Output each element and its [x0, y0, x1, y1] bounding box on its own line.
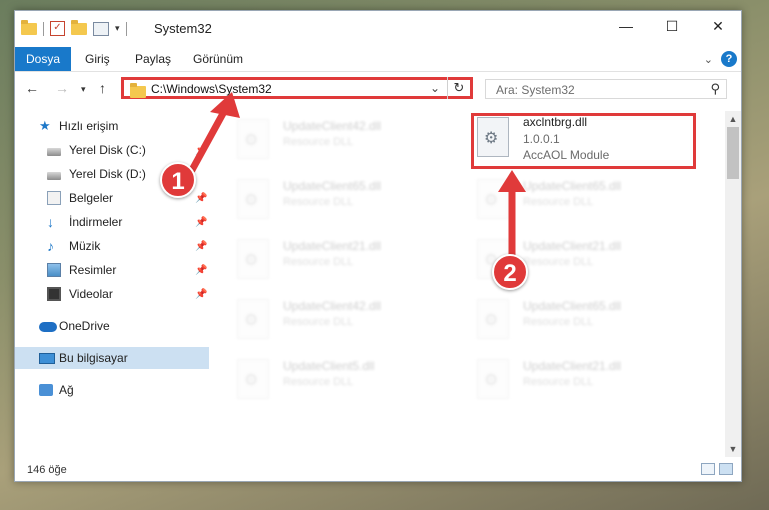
annotation-arrows: [188, 92, 526, 266]
annotation-arrow-2: [498, 170, 526, 266]
step-badge-1: 1: [160, 162, 196, 198]
annotation-arrow-1: [188, 92, 240, 174]
step-badge-2: 2: [492, 254, 528, 290]
